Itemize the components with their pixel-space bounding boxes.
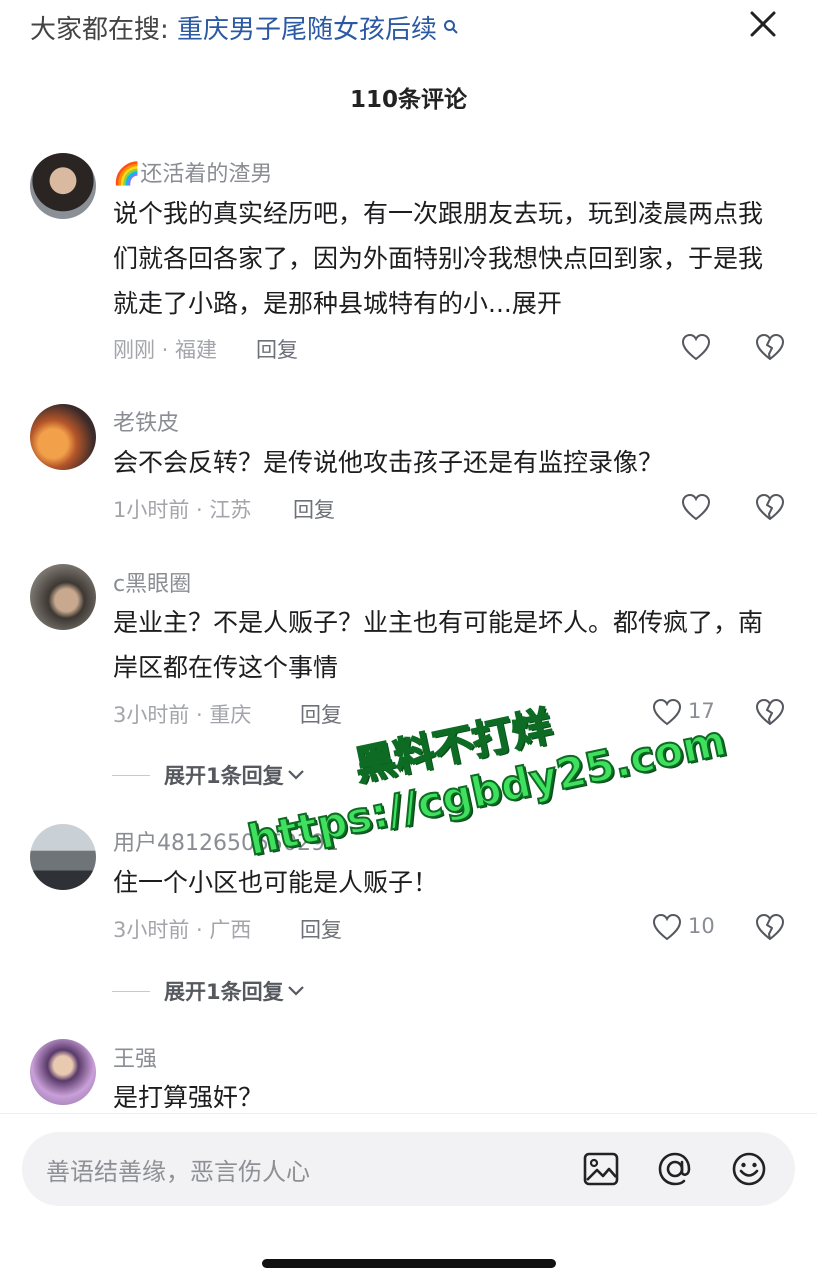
emoji-icon[interactable] [730,1150,768,1188]
comment-username[interactable]: 🌈还活着的渣男 [113,156,272,188]
reply-button[interactable]: 回复 [300,914,342,944]
comment-input-placeholder: 善语结善缘，恶言伤人心 [46,1158,310,1186]
expand-replies-label: 展开1条回复 [164,980,284,1004]
like-heart-icon[interactable] [652,913,682,941]
search-suggestion-prefix: 大家都在搜: [30,15,178,45]
divider [112,990,150,992]
chevron-down-icon [287,770,304,780]
comment-username[interactable]: 王强 [113,1041,157,1073]
dislike-broken-heart-icon[interactable] [754,492,786,522]
comment-meta: 刚刚 · 福建 [113,338,218,362]
image-icon[interactable] [582,1150,620,1188]
dislike-broken-heart-icon[interactable] [754,332,786,362]
expand-replies-label: 展开1条回复 [164,764,284,788]
chevron-down-icon [287,986,304,996]
expand-replies-button[interactable]: 展开1条回复 [112,760,306,790]
comment-username[interactable]: 老铁皮 [113,405,179,437]
search-icon [437,19,459,40]
avatar[interactable] [30,153,96,219]
avatar[interactable] [30,824,96,890]
comment-input[interactable]: 善语结善缘，恶言伤人心 [22,1132,795,1206]
like-heart-icon[interactable] [681,493,711,521]
home-indicator[interactable] [262,1259,556,1268]
expand-replies-button[interactable]: 展开1条回复 [112,976,306,1006]
like-heart-icon[interactable] [681,333,711,361]
comment-meta: 3小时前 · 广西 [113,918,252,942]
comment-text[interactable]: 会不会反转？是传说他攻击孩子还是有监控录像？ [113,440,773,485]
comment-meta: 3小时前 · 重庆 [113,703,252,727]
at-icon[interactable] [656,1150,694,1188]
divider [112,774,150,776]
like-heart-icon[interactable] [652,698,682,726]
close-icon[interactable] [747,8,779,40]
comment-text[interactable]: 是业主？不是人贩子？业主也有可能是坏人。都传疯了，南岸区都在传这个事情 [113,600,763,690]
search-suggestion-query[interactable]: 重庆男子尾随女孩后续 [177,15,437,45]
like-count: 17 [688,699,715,723]
comment-count-title: 110条评论 [349,87,467,113]
comment-username[interactable]: c黑眼圈 [113,566,191,598]
comment-meta: 1小时前 · 江苏 [113,498,252,522]
dislike-broken-heart-icon[interactable] [754,697,786,727]
comment-text[interactable]: 住一个小区也可能是人贩子！ [113,860,773,905]
comment-username[interactable]: 用户4812650550291 [113,825,339,857]
avatar[interactable] [30,564,96,630]
like-count: 10 [688,914,715,938]
comment-text[interactable]: 说个我的真实经历吧，有一次跟朋友去玩，玩到凌晨两点我们就各回各家了，因为外面特别… [113,191,773,326]
avatar[interactable] [30,1039,96,1105]
avatar[interactable] [30,404,96,470]
watermark-title: 黑料不打烊 [350,703,557,792]
reply-button[interactable]: 回复 [293,494,335,524]
reply-button[interactable]: 回复 [300,699,342,729]
search-suggestion[interactable]: 大家都在搜: 重庆男子尾随女孩后续 [30,12,459,48]
comment-input-bar: 善语结善缘，恶言伤人心 [0,1113,817,1280]
dislike-broken-heart-icon[interactable] [754,912,786,942]
reply-button[interactable]: 回复 [256,334,298,364]
